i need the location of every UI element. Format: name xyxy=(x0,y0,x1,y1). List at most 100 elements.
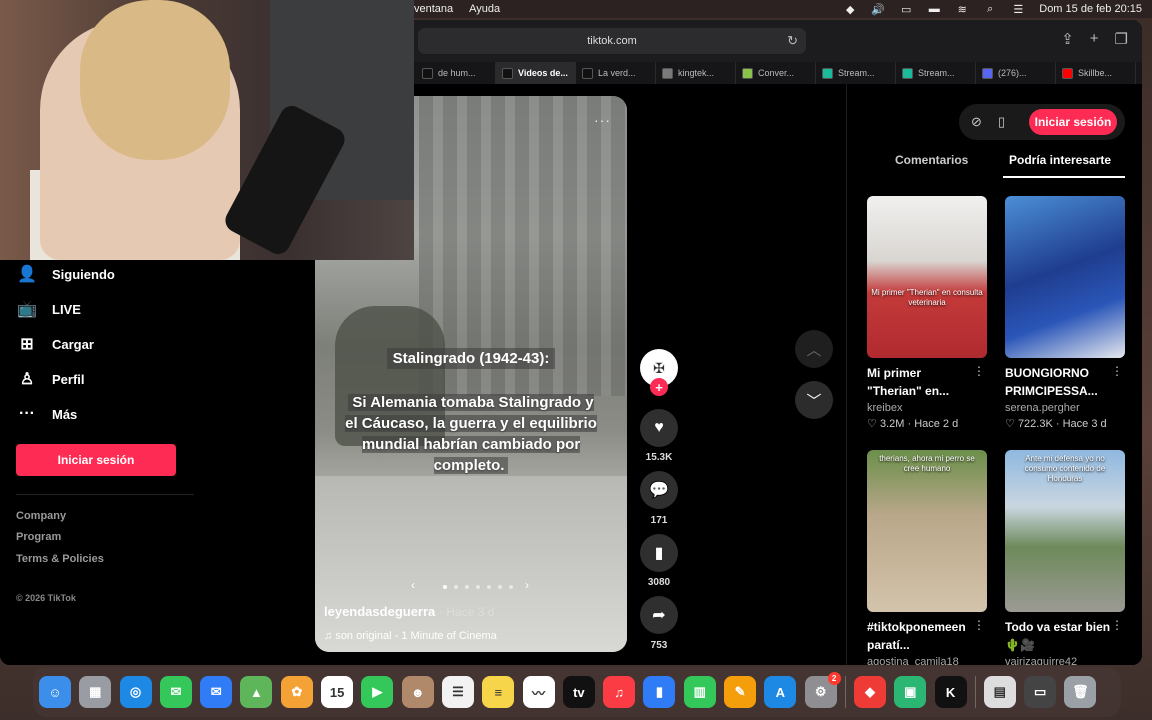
diamond-icon[interactable]: ◆ xyxy=(843,3,857,16)
card-title[interactable]: BUONGIORNO PRIMCIPESSA... xyxy=(1005,364,1117,400)
browser-tab[interactable]: de hum... xyxy=(416,62,496,84)
browser-tab[interactable]: Skillbe... xyxy=(1056,62,1136,84)
menu-ventana[interactable]: ventana xyxy=(414,3,453,15)
save-button[interactable]: ▮ xyxy=(640,534,678,572)
dock-messages-icon[interactable]: ✉ xyxy=(159,676,192,708)
browser-tab[interactable]: Videos de... xyxy=(496,62,576,84)
sidebar-item-live[interactable]: 📺 LIVE xyxy=(16,294,276,324)
card-more-icon[interactable]: ⋮ xyxy=(973,364,985,378)
dock-finder-icon[interactable]: ☺ xyxy=(39,676,71,708)
footer-link-terms[interactable]: Terms & Policies xyxy=(16,553,104,565)
dock-maps-icon[interactable]: ▲ xyxy=(240,676,273,708)
dock-music-icon[interactable]: ♫ xyxy=(603,676,636,708)
comment-button[interactable]: 💬 xyxy=(640,471,678,509)
screen-mirror-icon[interactable]: ▭ xyxy=(899,3,913,16)
card-title[interactable]: Mi primer "Therian" en... xyxy=(867,364,979,400)
author-handle[interactable]: leyendasdeguerra xyxy=(324,604,435,619)
address-bar[interactable]: tiktok.com ↻ xyxy=(418,28,806,54)
browser-tab[interactable]: Stream... xyxy=(896,62,976,84)
card-user[interactable]: agostina_camila18 xyxy=(867,656,989,665)
tab-comentarios[interactable]: Comentarios xyxy=(895,153,968,167)
share-button[interactable]: ➦ xyxy=(640,596,678,634)
video-more-icon[interactable]: ··· xyxy=(594,112,611,128)
spotlight-icon[interactable]: ⌕ xyxy=(983,3,997,16)
tab-overview-icon[interactable]: ❐ xyxy=(1115,30,1128,48)
dock-anydesk-icon[interactable]: ◆ xyxy=(853,676,886,708)
card-more-icon[interactable]: ⋮ xyxy=(973,618,985,632)
follow-plus-icon[interactable]: + xyxy=(650,378,668,396)
sidebar-item-cargar[interactable]: ⊞ Cargar xyxy=(16,329,276,359)
next-video-button[interactable]: ﹀ xyxy=(795,381,833,419)
battery-icon[interactable]: ▬ xyxy=(927,3,941,15)
dock-facetime-icon[interactable]: ▶ xyxy=(361,676,394,708)
carousel-dot[interactable] xyxy=(498,585,502,589)
menubar-clock[interactable]: Dom 15 de feb 20:15 xyxy=(1039,3,1142,15)
card-thumbnail[interactable]: therians, ahora mi perro se cree humano xyxy=(867,450,987,612)
previous-video-button[interactable]: ︿ xyxy=(795,330,833,368)
sidebar-login-button[interactable]: Iniciar sesión xyxy=(16,444,176,476)
card-thumbnail[interactable] xyxy=(1005,196,1125,358)
browser-tab[interactable]: Conver... xyxy=(736,62,816,84)
card-thumbnail[interactable]: Mi primer "Therian" en consulta veterina… xyxy=(867,196,987,358)
browser-tab[interactable]: La verd... xyxy=(576,62,656,84)
dock-trash-icon[interactable]: 🗑 xyxy=(1064,676,1097,708)
dock-pages-icon[interactable]: ✎ xyxy=(724,676,757,708)
video-author[interactable]: leyendasdeguerra · Hace 3 d xyxy=(324,604,494,619)
carousel-dot[interactable] xyxy=(476,585,480,589)
dock-launchpad-icon[interactable]: ▦ xyxy=(79,676,112,708)
compass-icon[interactable]: ⊘ xyxy=(971,114,982,130)
dock-system-settings-icon[interactable]: ⚙ 2 xyxy=(804,672,841,708)
card-thumbnail[interactable]: Ante mi defensa yo no consumo contenido … xyxy=(1005,450,1125,612)
dock-numbers-icon[interactable]: ▥ xyxy=(683,676,716,708)
sidebar-item-siguiendo[interactable]: 👤 Siguiendo xyxy=(16,259,276,289)
dock-notes-icon[interactable]: ≡ xyxy=(482,676,515,708)
recommended-card[interactable]: Ante mi defensa yo no consumo contenido … xyxy=(1005,450,1127,665)
like-button[interactable]: ♥ xyxy=(640,409,678,447)
card-user[interactable]: serena.pergher xyxy=(1005,402,1127,414)
menu-ayuda[interactable]: Ayuda xyxy=(469,3,500,15)
mobile-icon[interactable]: ▯ xyxy=(998,114,1005,130)
control-center-icon[interactable]: ☰ xyxy=(1011,3,1025,16)
chevron-left-icon[interactable]: ‹ xyxy=(411,578,415,592)
share-icon[interactable]: ⇪ xyxy=(1061,30,1074,48)
dock-kick-icon[interactable]: K xyxy=(934,676,967,708)
footer-link-company[interactable]: Company xyxy=(16,510,66,522)
carousel-dot[interactable] xyxy=(509,585,513,589)
dock-keynote-icon[interactable]: ▮ xyxy=(643,676,676,708)
sidebar-item-perfil[interactable]: ♙ Perfil xyxy=(16,364,276,394)
card-more-icon[interactable]: ⋮ xyxy=(1111,364,1123,378)
browser-tab[interactable]: Stream... xyxy=(816,62,896,84)
dock-tv-icon[interactable]: tv xyxy=(562,676,595,708)
dock-contacts-icon[interactable]: ☻ xyxy=(401,676,434,708)
card-title[interactable]: #tiktokponemeen paratí... xyxy=(867,618,979,654)
card-more-icon[interactable]: ⋮ xyxy=(1111,618,1123,632)
sidebar-item-mas[interactable]: ··· Más xyxy=(16,399,276,429)
browser-tab[interactable]: kingtek... xyxy=(656,62,736,84)
chevron-right-icon[interactable]: › xyxy=(525,578,529,592)
dock-freeform-icon[interactable]: 〰 xyxy=(522,676,555,708)
dock-preview-icon[interactable]: ▤ xyxy=(983,676,1016,708)
dock-photos-icon[interactable]: ✿ xyxy=(280,676,313,708)
video-music[interactable]: ♫ son original - 1 Minute of Cinema xyxy=(324,630,497,642)
recommended-card[interactable]: Mi primer "Therian" en consulta veterina… xyxy=(867,196,989,430)
browser-tab[interactable]: (276)... xyxy=(976,62,1056,84)
volume-icon[interactable]: 🔊 xyxy=(871,3,885,16)
reload-icon[interactable]: ↻ xyxy=(787,33,798,49)
dock-mail-icon[interactable]: ✉ xyxy=(200,676,233,708)
carousel-dot[interactable] xyxy=(465,585,469,589)
footer-link-program[interactable]: Program xyxy=(16,531,61,543)
card-user[interactable]: kreibex xyxy=(867,402,989,414)
carousel-dot[interactable] xyxy=(487,585,491,589)
card-title[interactable]: Todo va estar bien 🌵🎥 xyxy=(1005,618,1117,654)
carousel-dot[interactable] xyxy=(443,585,447,589)
header-login-button[interactable]: Iniciar sesión xyxy=(1029,109,1117,135)
dock-screen-recorder-icon[interactable]: ▭ xyxy=(1024,676,1057,708)
card-user[interactable]: vairizaguirre42 xyxy=(1005,656,1127,665)
dock-app-store-icon[interactable]: A xyxy=(764,676,797,708)
dock-android-studio-icon[interactable]: ▣ xyxy=(894,676,927,708)
tab-podria-interesarte[interactable]: Podría interesarte xyxy=(1009,153,1111,167)
dock-reminders-icon[interactable]: ☰ xyxy=(441,676,474,708)
carousel-dot[interactable] xyxy=(454,585,458,589)
dock-safari-icon[interactable]: ◎ xyxy=(119,676,152,708)
new-tab-icon[interactable]: + xyxy=(1090,30,1099,48)
